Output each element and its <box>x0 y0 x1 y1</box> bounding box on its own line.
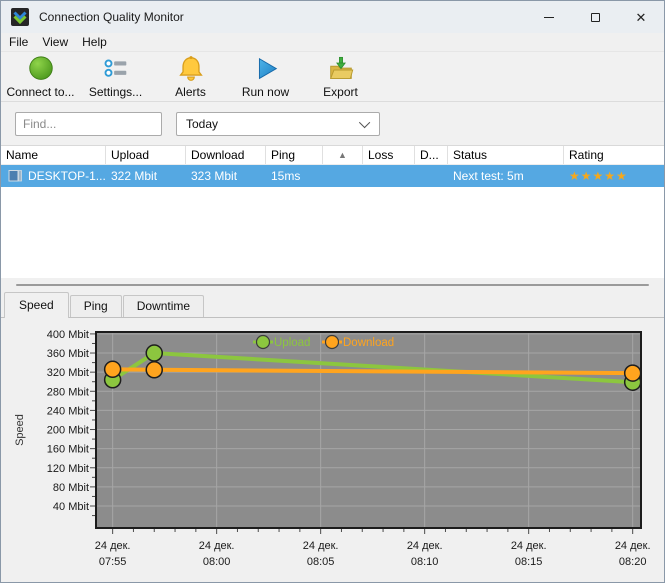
app-logo-icon <box>11 8 29 26</box>
cell-ping: 15ms <box>271 169 301 183</box>
svg-text:400 Mbit: 400 Mbit <box>47 329 89 341</box>
sort-indicator-icon[interactable]: ▲ <box>323 146 363 164</box>
close-icon: ✕ <box>635 9 647 25</box>
column-header-ping[interactable]: Ping <box>266 146 323 164</box>
connect-to-label: Connect to... <box>6 84 75 99</box>
tab-speed[interactable]: Speed <box>4 292 69 318</box>
cell-upload: 322 Mbit <box>111 169 158 183</box>
window-controls: ✕ <box>526 1 664 33</box>
speed-chart-panel: 40 Mbit 80 Mbit 120 Mbit 160 Mbit 200 Mbit 24… <box>1 317 664 582</box>
svg-text:160 Mbit: 160 Mbit <box>47 444 89 456</box>
svg-text:08:20: 08:20 <box>619 556 647 568</box>
cell-status: Next test: 5m <box>453 169 524 183</box>
column-header-loss[interactable]: Loss <box>363 146 415 164</box>
bell-icon <box>178 55 203 81</box>
tab-downtime[interactable]: Downtime <box>122 295 205 317</box>
tab-ping[interactable]: Ping <box>69 295 122 317</box>
svg-text:200 Mbit: 200 Mbit <box>47 425 89 437</box>
settings-label: Settings... <box>88 84 143 99</box>
hosts-table: Name Upload Download Ping ▲ Loss D... St… <box>1 146 664 278</box>
cell-rating-stars: ★★★★★ <box>569 169 628 183</box>
alerts-button[interactable]: Alerts <box>153 53 228 101</box>
svg-text:24 дек.: 24 дек. <box>407 540 443 552</box>
settings-button[interactable]: Settings... <box>78 53 153 101</box>
table-row[interactable]: DESKTOP-1... 322 Mbit 323 Mbit 15ms Next… <box>1 165 664 187</box>
splitter-area <box>1 278 664 291</box>
svg-text:24 дек.: 24 дек. <box>615 540 651 552</box>
cell-name-text: DESKTOP-1... <box>28 169 106 183</box>
menu-help[interactable]: Help <box>82 35 117 49</box>
export-button[interactable]: Export <box>303 53 378 101</box>
period-dropdown[interactable]: Today <box>176 111 380 136</box>
svg-text:24 дек.: 24 дек. <box>199 540 235 552</box>
maximize-icon <box>590 12 600 22</box>
connect-circle-icon <box>28 55 53 80</box>
connect-to-button[interactable]: Connect to... <box>3 53 78 101</box>
column-header-downtime[interactable]: D... <box>415 146 448 164</box>
column-header-download[interactable]: Download <box>186 146 266 164</box>
cell-download: 323 Mbit <box>191 169 238 183</box>
run-now-button[interactable]: Run now <box>228 53 303 101</box>
svg-text:Speed: Speed <box>14 414 26 446</box>
svg-text:08:10: 08:10 <box>411 556 439 568</box>
filter-bar: Today <box>1 102 664 146</box>
alerts-label: Alerts <box>175 84 206 99</box>
chevron-down-icon <box>358 116 371 128</box>
column-header-upload[interactable]: Upload <box>106 146 186 164</box>
svg-text:24 дек.: 24 дек. <box>511 540 547 552</box>
svg-text:80 Mbit: 80 Mbit <box>53 482 89 494</box>
speed-chart: 40 Mbit 80 Mbit 120 Mbit 160 Mbit 200 Mbit 24… <box>14 329 651 568</box>
column-header-status[interactable]: Status <box>448 146 564 164</box>
column-header-rating[interactable]: Rating <box>564 146 664 164</box>
splitter-handle[interactable] <box>16 283 649 286</box>
svg-text:Upload: Upload <box>274 337 310 349</box>
window-title: Connection Quality Monitor <box>39 10 184 24</box>
period-dropdown-value: Today <box>186 116 219 131</box>
run-now-label: Run now <box>241 84 290 99</box>
titlebar: Connection Quality Monitor ✕ <box>1 1 664 33</box>
toolbar: Connect to... Settings... Alerts Run now… <box>1 51 664 102</box>
minimize-icon <box>544 16 554 18</box>
app-window: Connection Quality Monitor ✕ File View H… <box>0 0 665 583</box>
svg-text:08:00: 08:00 <box>203 556 231 568</box>
svg-text:24 дек.: 24 дек. <box>95 540 131 552</box>
svg-text:280 Mbit: 280 Mbit <box>47 386 89 398</box>
svg-text:08:15: 08:15 <box>515 556 543 568</box>
svg-text:Download: Download <box>343 337 394 349</box>
svg-text:320 Mbit: 320 Mbit <box>47 367 89 379</box>
export-label: Export <box>323 84 358 99</box>
table-header: Name Upload Download Ping ▲ Loss D... St… <box>1 146 664 165</box>
svg-text:240 Mbit: 240 Mbit <box>47 405 89 417</box>
maximize-button[interactable] <box>572 1 618 33</box>
close-button[interactable]: ✕ <box>618 1 664 33</box>
svg-text:08:05: 08:05 <box>307 556 335 568</box>
menubar: File View Help <box>1 33 664 51</box>
find-input[interactable] <box>15 111 162 136</box>
cell-name: DESKTOP-1... <box>1 169 106 183</box>
play-icon <box>258 57 277 79</box>
svg-text:120 Mbit: 120 Mbit <box>47 463 89 475</box>
svg-text:07:55: 07:55 <box>99 556 127 568</box>
menu-view[interactable]: View <box>42 35 78 49</box>
minimize-button[interactable] <box>526 1 572 33</box>
export-folder-icon <box>329 56 353 79</box>
chart-tabs: Speed Ping Downtime <box>1 291 664 318</box>
settings-sliders-icon <box>104 59 126 77</box>
menu-file[interactable]: File <box>9 35 38 49</box>
computer-icon <box>8 170 22 182</box>
column-header-name[interactable]: Name <box>1 146 106 164</box>
svg-text:40 Mbit: 40 Mbit <box>53 501 89 513</box>
svg-text:24 дек.: 24 дек. <box>303 540 339 552</box>
svg-text:360 Mbit: 360 Mbit <box>47 348 89 360</box>
